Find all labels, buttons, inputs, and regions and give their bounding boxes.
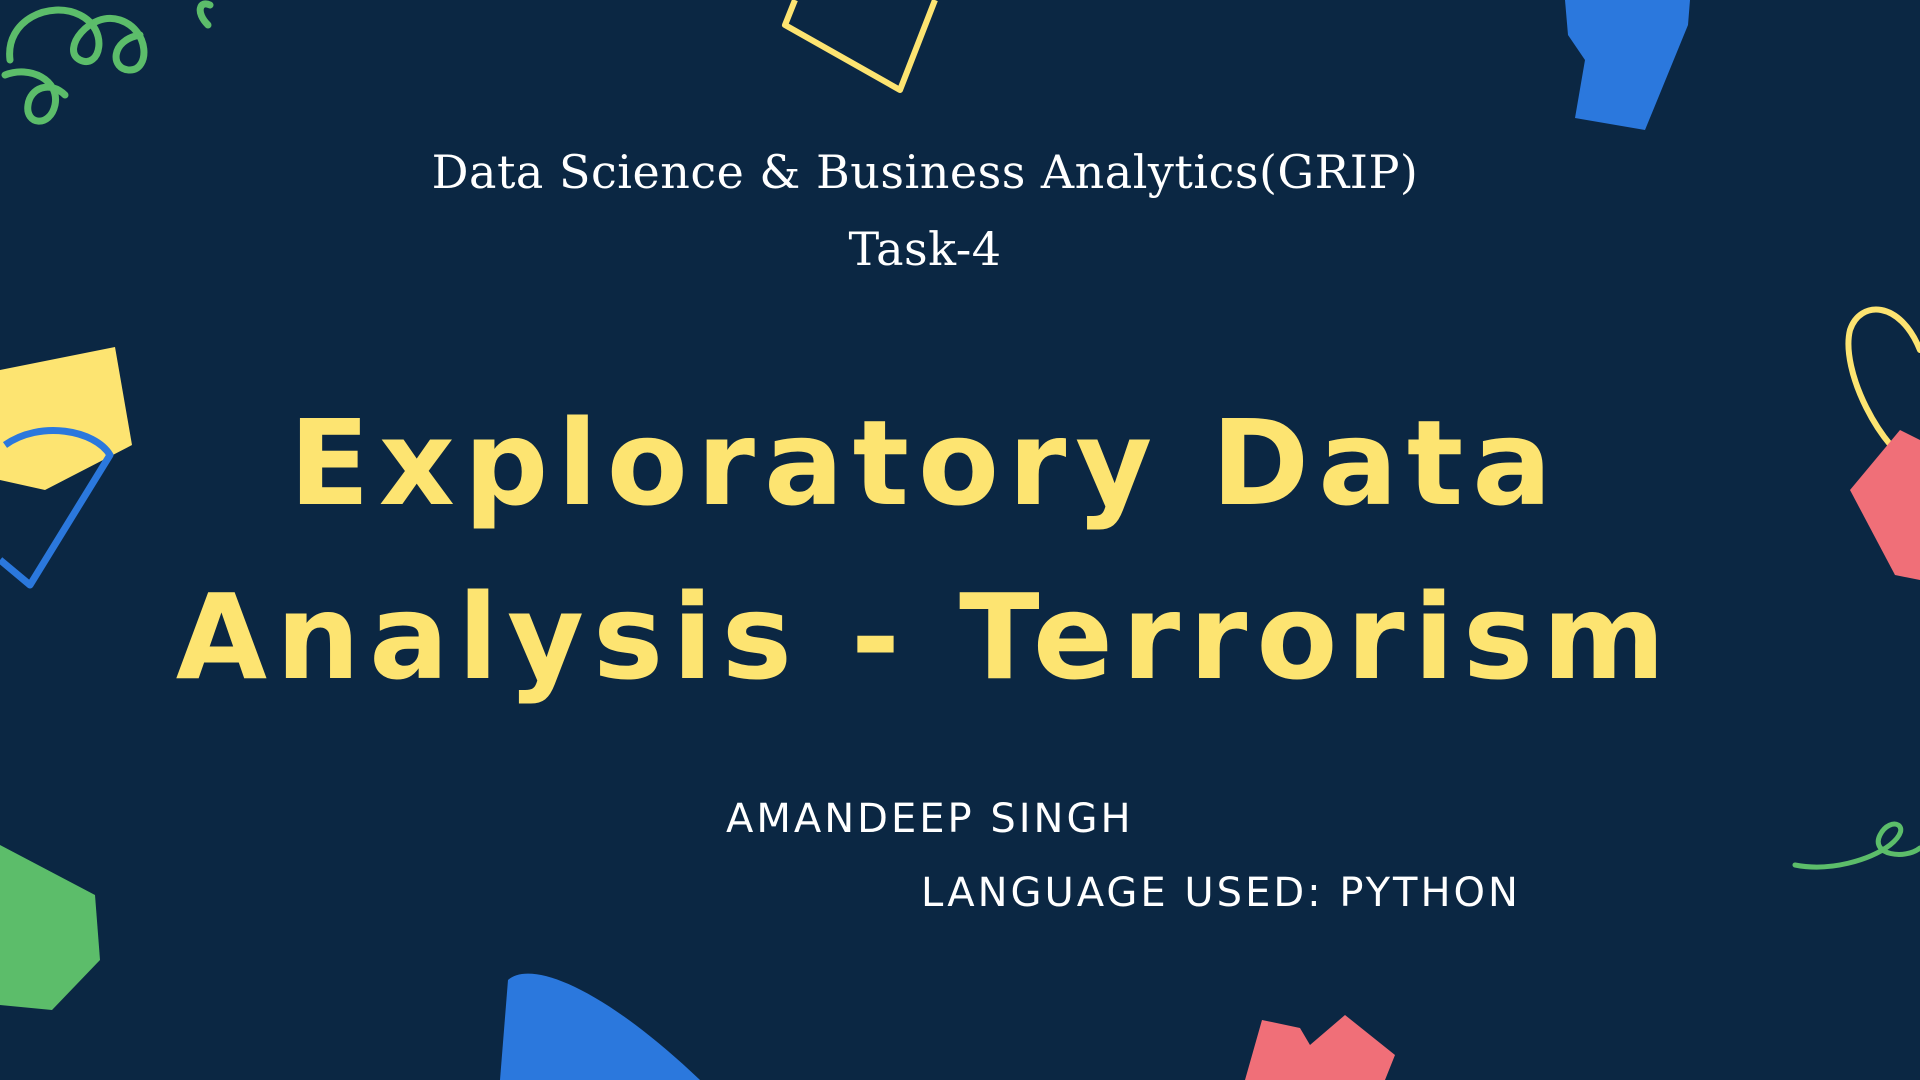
green-squiggle-top-left [1,0,214,125]
program-heading: Data Science & Business Analytics(GRIP) [431,145,1419,199]
title-slide: Data Science & Business Analytics(GRIP) … [0,0,1920,1080]
title-line-2: Analysis - Terrorism [175,568,1675,706]
blue-half-circle-bottom [500,973,700,1080]
language-used: LANGUAGE USED: PYTHON [921,870,1521,916]
blue-block-top-right [1565,0,1690,130]
green-block-bottom-left [0,845,100,1010]
yellow-outline-square-top [782,0,938,93]
green-squiggle-right [1792,821,1920,870]
task-label: Task-4 [848,222,1002,276]
pink-block-bottom [1245,1015,1395,1080]
pink-square-right [1850,430,1920,580]
author-name: AMANDEEP SINGH [726,796,1134,842]
title-line-1: Exploratory Data [289,394,1561,532]
